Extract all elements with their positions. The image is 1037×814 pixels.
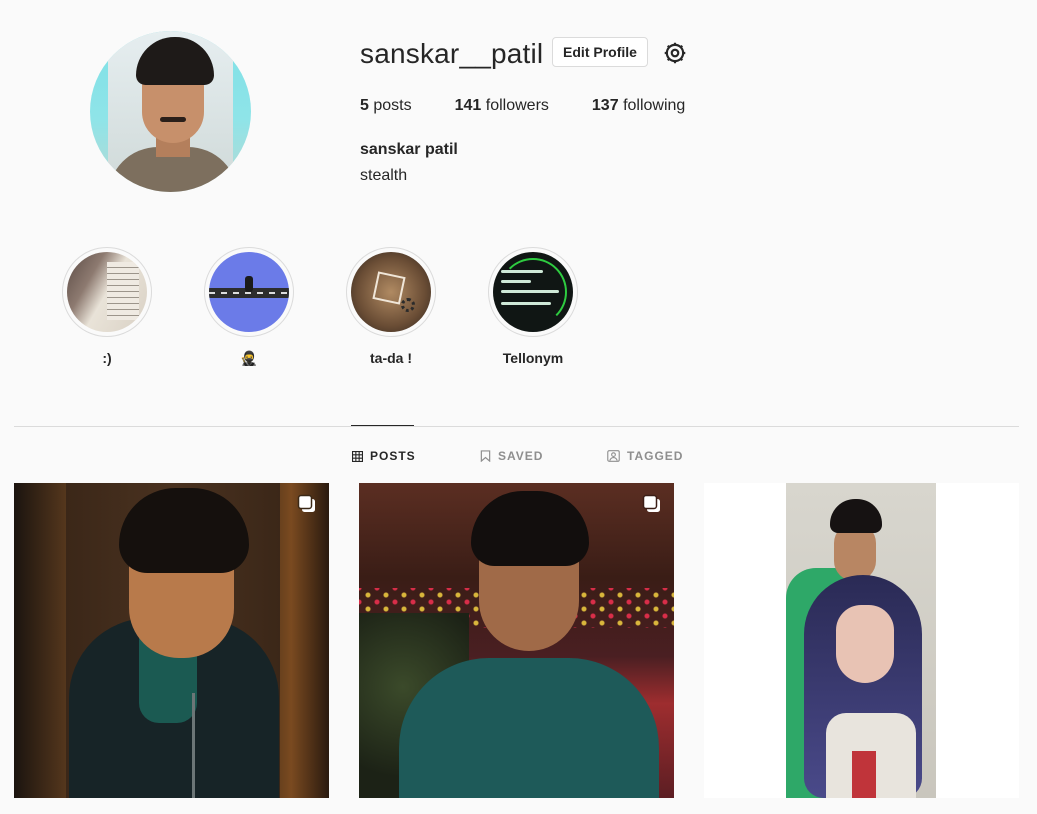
highlight-thumbnail-road	[209, 252, 289, 332]
edit-profile-button[interactable]: Edit Profile	[552, 37, 648, 67]
highlight-ring	[62, 247, 152, 337]
highlight-ring	[204, 247, 294, 337]
post-face	[836, 605, 894, 683]
highlight-thumbnail-cube	[351, 252, 431, 332]
following-count: 137	[591, 97, 619, 114]
highlight-item[interactable]: Tellonym	[487, 247, 579, 366]
post-tshirt	[399, 658, 659, 798]
post-thumbnail[interactable]	[704, 483, 1019, 798]
posts-label: posts	[373, 97, 412, 114]
profile-bio: stealth	[360, 167, 408, 184]
active-tab-indicator	[351, 425, 414, 426]
highlight-item[interactable]: ta-da !	[345, 247, 437, 366]
tab-tagged-label: TAGGED	[627, 449, 684, 463]
post-hair	[830, 499, 882, 533]
highlight-item[interactable]: :)	[61, 247, 153, 366]
highlight-label: ta-da !	[370, 350, 412, 366]
post-hair	[471, 491, 589, 566]
highlight-thumbnail-tellonym	[493, 252, 573, 332]
highlight-item[interactable]: 🥷	[203, 247, 295, 367]
post-thumbnail[interactable]	[359, 483, 674, 798]
tab-tagged[interactable]: TAGGED	[607, 449, 683, 463]
multi-post-icon	[297, 494, 315, 512]
highlight-ring	[488, 247, 578, 337]
tab-posts[interactable]: POSTS	[352, 449, 416, 463]
followers-count: 141	[454, 97, 482, 114]
followers-label: followers	[485, 97, 549, 114]
followers-link[interactable]: 141 followers	[455, 97, 549, 115]
highlight-label: Tellonym	[502, 350, 564, 366]
post-dress	[852, 751, 876, 798]
following-label: following	[623, 97, 686, 114]
tab-saved[interactable]: SAVED	[480, 449, 543, 463]
tab-saved-label: SAVED	[498, 449, 544, 463]
profile-avatar[interactable]	[90, 31, 251, 192]
highlight-ring	[346, 247, 436, 337]
following-link[interactable]: 137 following	[592, 97, 685, 115]
settings-gear-icon[interactable]	[662, 40, 688, 66]
bookmark-icon	[480, 450, 491, 462]
highlight-label: 🥷	[240, 350, 258, 366]
profile-username: sanskar__patil	[360, 38, 544, 69]
post-zipper	[192, 693, 195, 798]
avatar-mustache	[160, 117, 186, 122]
tab-posts-label: POSTS	[370, 449, 416, 463]
posts-count: 5	[360, 97, 369, 114]
multi-post-icon	[642, 494, 660, 512]
profile-stats: 5 posts 141 followers 137 following	[360, 97, 728, 115]
highlight-thumbnail-book	[67, 252, 147, 332]
highlight-label: :)	[102, 350, 112, 366]
post-thumbnail[interactable]	[14, 483, 329, 798]
profile-full-name: sanskar patil	[360, 141, 458, 158]
grid-icon	[352, 450, 363, 462]
posts-stat: 5 posts	[360, 97, 412, 115]
tabs-divider	[14, 426, 1019, 427]
post-photo	[786, 483, 936, 798]
tag-person-icon	[607, 450, 620, 462]
